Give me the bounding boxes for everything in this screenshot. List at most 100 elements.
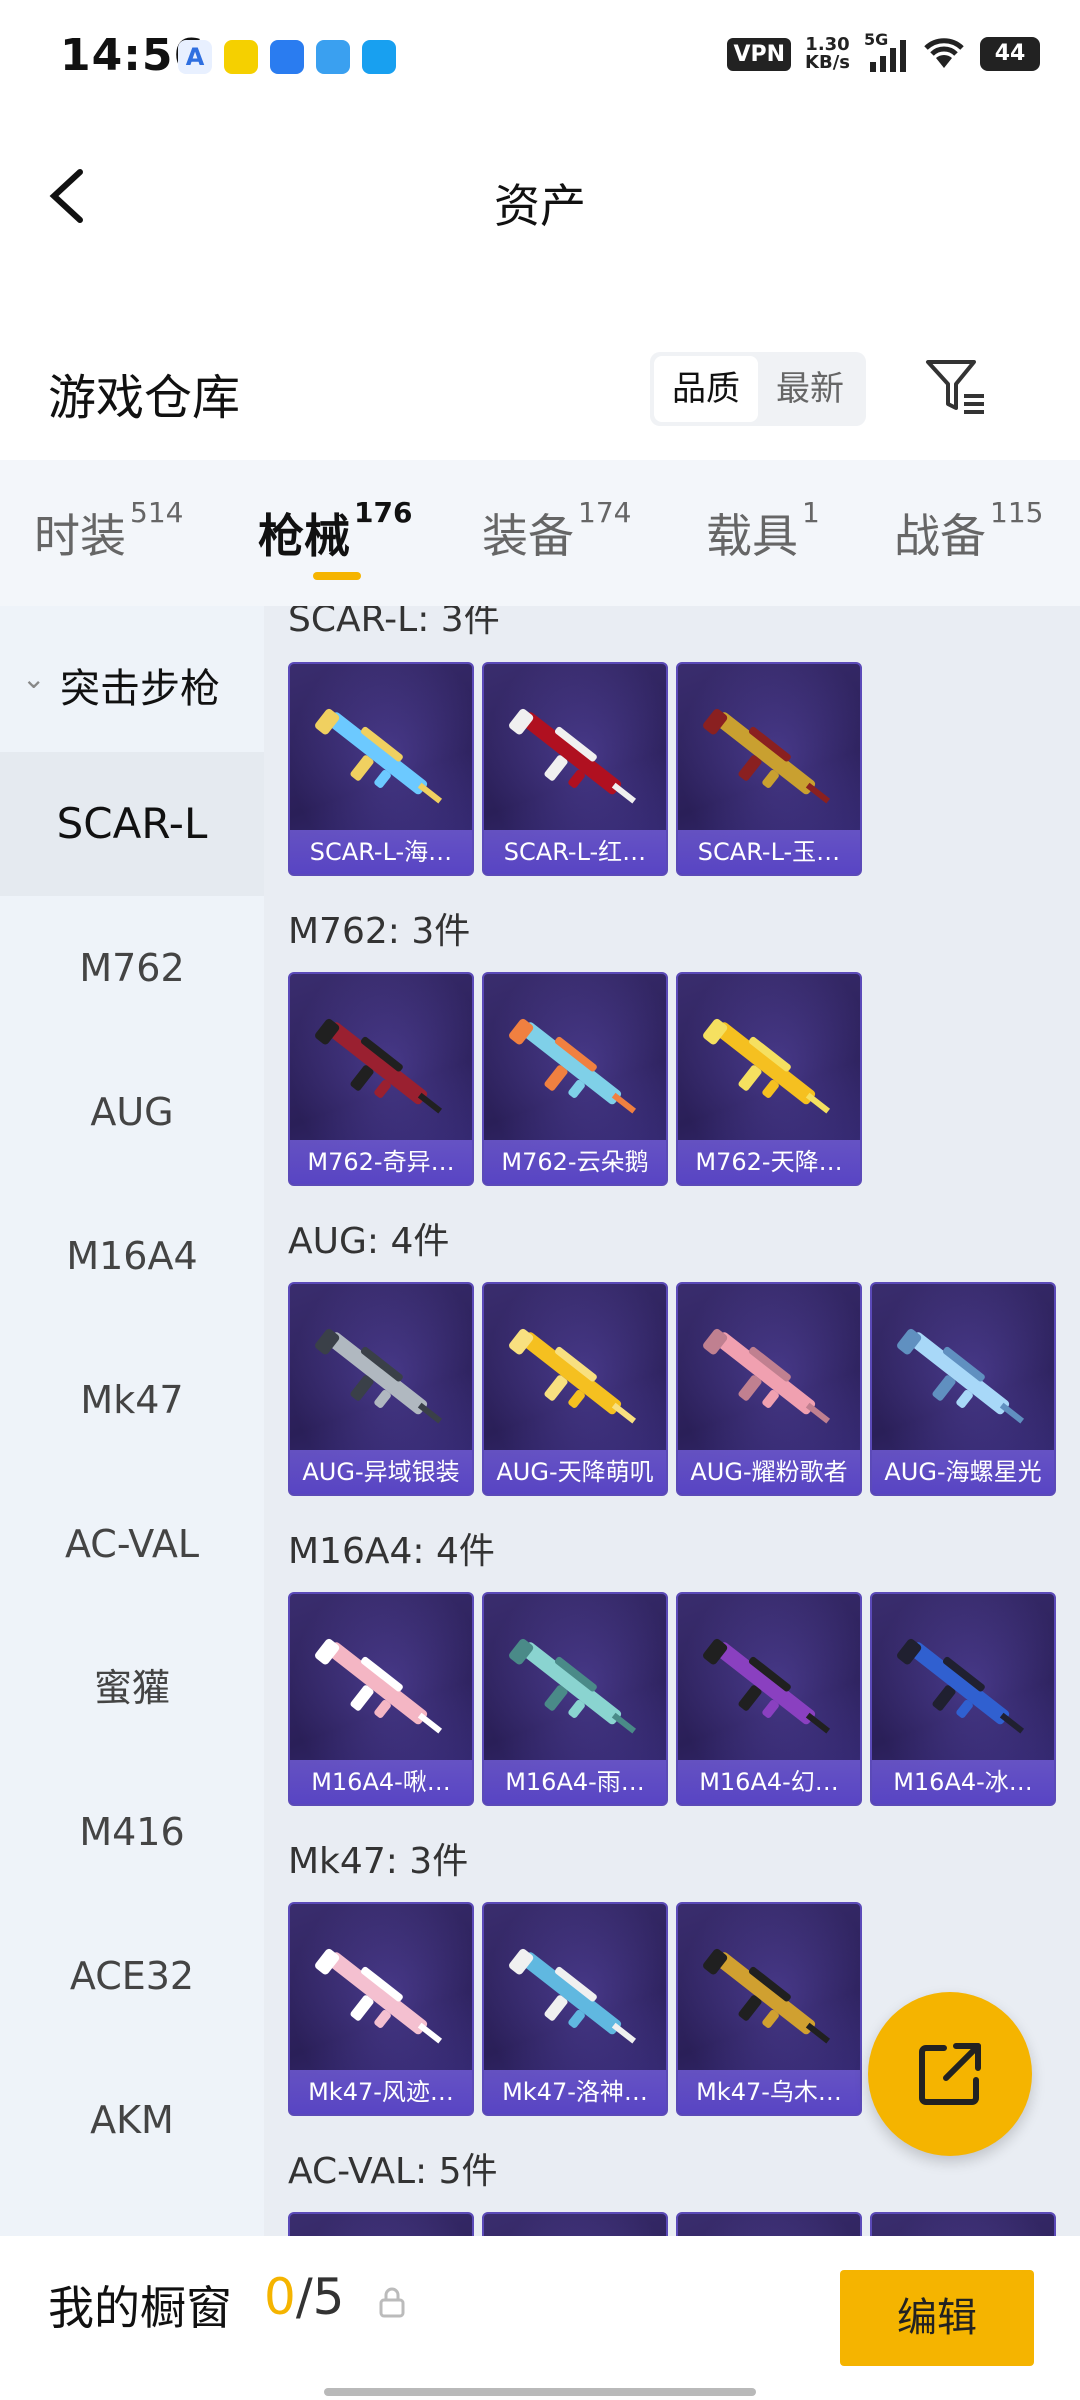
net-speed: 1.30 KB/s (805, 36, 850, 72)
weapon-card-label: M762-云朵鹅 (484, 1140, 666, 1184)
net-speed-unit: KB/s (805, 52, 850, 73)
sidebar-item-scar-l[interactable]: SCAR-L (0, 752, 264, 896)
showcase-label: 我的橱窗 (48, 2281, 232, 2335)
section-header: AC-VAL: 5件 (288, 2151, 498, 2192)
weapon-card-label: AUG-耀粉歌者 (678, 1450, 860, 1494)
weapon-card-label: M16A4-雨… (484, 1760, 666, 1804)
app-cube-icon (362, 40, 396, 74)
weapon-card[interactable] (288, 2212, 474, 2236)
weapon-card[interactable] (482, 2212, 668, 2236)
rifle-icon (308, 1934, 458, 2064)
weapon-card[interactable]: SCAR-L-玉… (676, 662, 862, 876)
warehouse-row: 游戏仓库 品质 最新 (0, 330, 1080, 450)
weapon-card[interactable]: M16A4-啾… (288, 1592, 474, 1806)
app-a-icon: A (178, 40, 212, 74)
tab-supplies[interactable]: 战备 115 (894, 496, 1043, 566)
sort-newest-option[interactable]: 最新 (758, 356, 862, 422)
rifle-icon (502, 1624, 652, 1754)
showcase-count: 0/5 (264, 2268, 344, 2326)
weapon-card-label: M16A4-啾… (290, 1760, 472, 1804)
weapon-card-label: Mk47-洛神… (484, 2070, 666, 2114)
weapon-card[interactable]: SCAR-L-红… (482, 662, 668, 876)
weapon-card[interactable]: AUG-天降萌叽 (482, 1282, 668, 1496)
tab-guns[interactable]: 枪械 176 (258, 496, 412, 566)
section-header: Mk47: 3件 (288, 1841, 469, 1882)
weapon-card[interactable]: M16A4-幻… (676, 1592, 862, 1806)
app-yellow-icon (224, 40, 258, 74)
rifle-icon (890, 1314, 1040, 1444)
sidebar-item-honey-badger[interactable]: 蜜獾 (0, 1616, 264, 1760)
weapon-card[interactable]: SCAR-L-海… (288, 662, 474, 876)
sidebar-item-m16a4[interactable]: M16A4 (0, 1184, 264, 1328)
rifle-icon (502, 1314, 652, 1444)
rifle-icon (696, 1004, 846, 1134)
warehouse-title: 游戏仓库 (48, 370, 241, 426)
weapon-card[interactable]: M16A4-雨… (482, 1592, 668, 1806)
weapon-card[interactable] (870, 2212, 1056, 2236)
battery-indicator: 44 (980, 37, 1040, 71)
status-bar: 14:56 A VPN 1.30 KB/s 5G 44 (0, 0, 1080, 118)
showcase-bar: 我的橱窗 0/5 编辑 (0, 2236, 1080, 2400)
weapon-card[interactable]: AUG-异域银装 (288, 1282, 474, 1496)
weapon-card-label: M762-奇异… (290, 1140, 472, 1184)
section-header: M762: 3件 (288, 911, 471, 952)
section-header: SCAR-L: 3件 (288, 606, 500, 640)
sidebar-group-label: 突击步枪 (60, 666, 220, 712)
app-blue-icon (270, 40, 304, 74)
weapon-sidebar: ⌄ 突击步枪 SCAR-L M762 AUG M16A4 Mk47 AC-VAL… (0, 606, 264, 2236)
vpn-badge: VPN (727, 37, 792, 71)
page-title: 资产 (494, 179, 586, 233)
chevron-down-icon: ⌄ (22, 662, 46, 695)
weapon-card-label: Mk47-风迹… (290, 2070, 472, 2114)
sidebar-item-ac-val[interactable]: AC-VAL (0, 1472, 264, 1616)
weapon-card[interactable]: Mk47-乌木… (676, 1902, 862, 2116)
weapon-card-label: M16A4-冰… (872, 1760, 1054, 1804)
weapon-card-label: AUG-海螺星光 (872, 1450, 1054, 1494)
section-header: M16A4: 4件 (288, 1531, 495, 1572)
weapon-card[interactable]: Mk47-洛神… (482, 1902, 668, 2116)
sort-quality-option[interactable]: 品质 (654, 356, 758, 422)
edit-button[interactable]: 编辑 (840, 2270, 1034, 2366)
weapon-card-label: M16A4-幻… (678, 1760, 860, 1804)
tab-equipment[interactable]: 装备 174 (482, 496, 631, 566)
active-tab-indicator (313, 572, 361, 580)
rifle-icon (308, 1624, 458, 1754)
rifle-icon (502, 1934, 652, 2064)
signal-type: 5G (864, 30, 889, 49)
weapon-card-label: AUG-异域银装 (290, 1450, 472, 1494)
weapon-card[interactable]: AUG-耀粉歌者 (676, 1282, 862, 1496)
app-header: 资产 (0, 118, 1080, 278)
weapon-card[interactable]: AUG-海螺星光 (870, 1282, 1056, 1496)
sidebar-item-ace32[interactable]: ACE32 (0, 1904, 264, 2048)
weapon-card[interactable]: M762-奇异… (288, 972, 474, 1186)
sidebar-item-aug[interactable]: AUG (0, 1040, 264, 1184)
status-app-icons: A (178, 40, 396, 74)
rifle-icon (696, 694, 846, 824)
sort-toggle: 品质 最新 (650, 352, 866, 426)
sidebar-item-mk47[interactable]: Mk47 (0, 1328, 264, 1472)
showcase-count-current: 0 (264, 2268, 296, 2326)
weapon-card-label: SCAR-L-海… (290, 830, 472, 874)
weapon-card-label: SCAR-L-红… (484, 830, 666, 874)
sidebar-item-akm[interactable]: AKM (0, 2048, 264, 2192)
sidebar-group-assault-rifles[interactable]: ⌄ 突击步枪 (0, 606, 264, 752)
weapon-card[interactable]: M16A4-冰… (870, 1592, 1056, 1806)
filter-icon (926, 360, 984, 414)
weapon-card-label: AUG-天降萌叽 (484, 1450, 666, 1494)
signal-icon: 5G (864, 30, 908, 72)
status-right: VPN 1.30 KB/s 5G 44 (727, 30, 1040, 74)
weapon-card-label: M762-天降… (678, 1140, 860, 1184)
sidebar-item-m416[interactable]: M416 (0, 1760, 264, 1904)
rifle-icon (696, 1624, 846, 1754)
tab-fashion[interactable]: 时装 514 (34, 496, 183, 566)
weapon-card[interactable]: M762-云朵鹅 (482, 972, 668, 1186)
weapon-card[interactable]: M762-天降… (676, 972, 862, 1186)
filter-button[interactable] (920, 352, 990, 422)
tab-vehicles[interactable]: 载具 1 (706, 496, 820, 566)
sidebar-item-m762[interactable]: M762 (0, 896, 264, 1040)
share-button[interactable] (868, 1992, 1032, 2156)
weapon-card[interactable]: Mk47-风迹… (288, 1902, 474, 2116)
weapon-card[interactable] (676, 2212, 862, 2236)
rifle-icon (502, 694, 652, 824)
weapon-card-label: SCAR-L-玉… (678, 830, 860, 874)
